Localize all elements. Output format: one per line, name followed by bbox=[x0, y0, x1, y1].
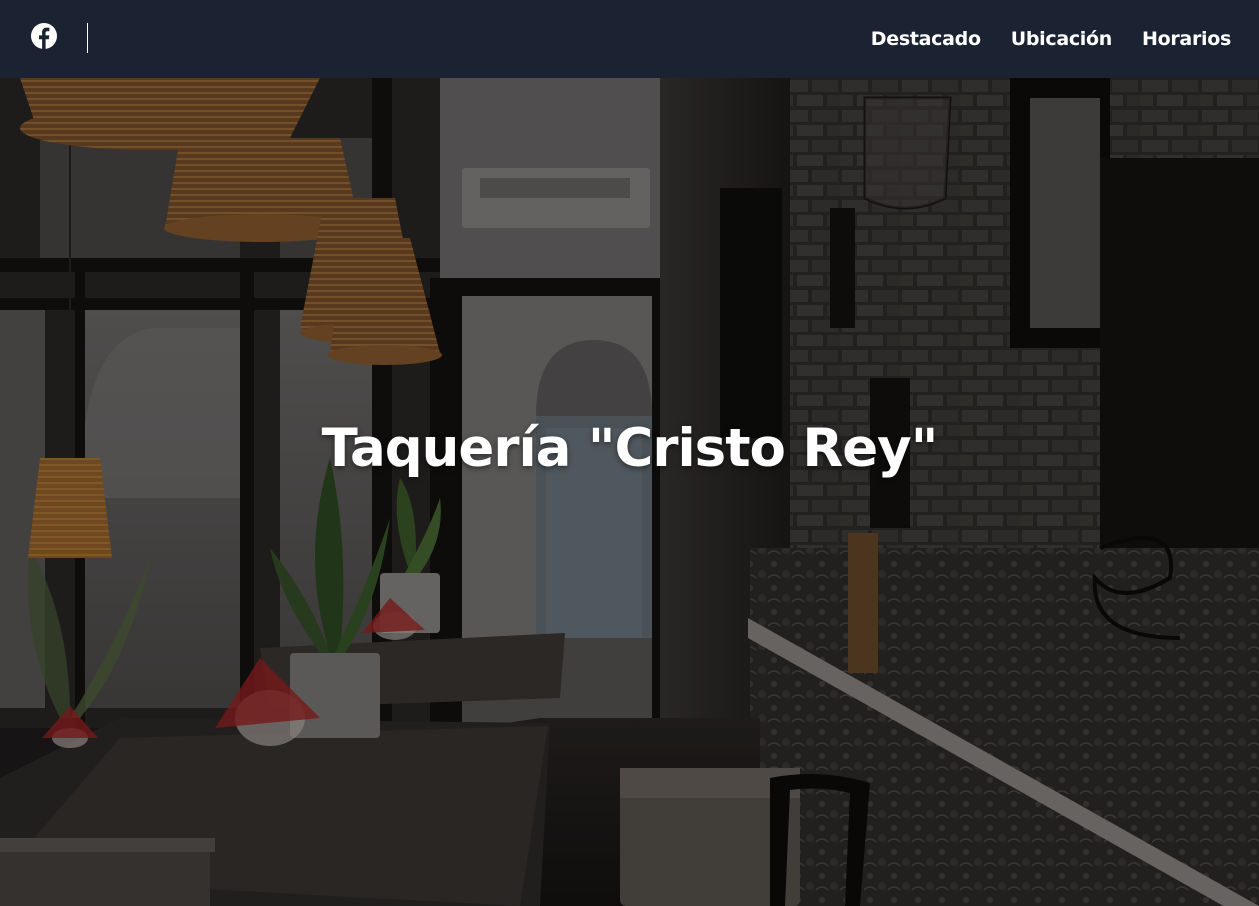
nav-divider bbox=[87, 23, 88, 53]
facebook-link[interactable] bbox=[30, 22, 58, 50]
facebook-icon bbox=[31, 23, 57, 49]
main-nav: Destacado Ubicación Horarios bbox=[871, 0, 1232, 78]
hero-title: Taquería "Cristo Rey" bbox=[321, 418, 939, 479]
top-navbar: Destacado Ubicación Horarios bbox=[0, 0, 1259, 78]
hero-section: Taquería "Cristo Rey" bbox=[0, 78, 1259, 906]
nav-link-horarios[interactable]: Horarios bbox=[1142, 28, 1231, 50]
nav-link-destacado[interactable]: Destacado bbox=[871, 28, 981, 50]
nav-link-ubicacion[interactable]: Ubicación bbox=[1011, 28, 1113, 50]
hero-overlay bbox=[0, 78, 1259, 906]
